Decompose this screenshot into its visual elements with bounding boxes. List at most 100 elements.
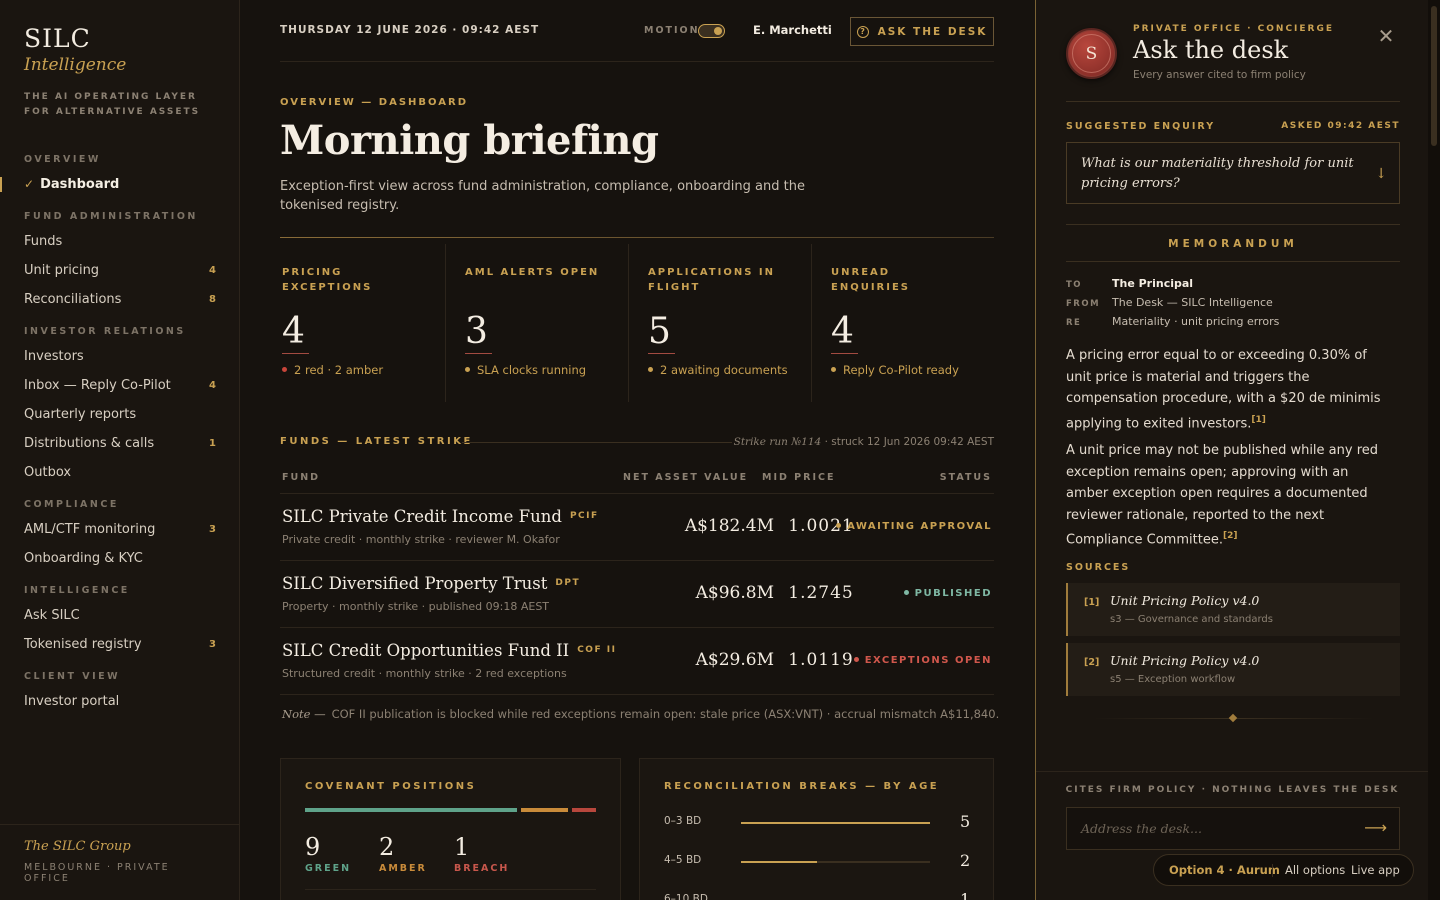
topbar: THURSDAY 12 JUNE 2026 · 09:42 AEST MOTIO… bbox=[280, 17, 994, 62]
sidebar-item-distributions-calls[interactable]: Distributions & calls 1 bbox=[0, 429, 240, 458]
status-dot bbox=[282, 367, 287, 372]
brand-subtitle: Intelligence bbox=[24, 55, 127, 75]
citation-1[interactable]: [1] bbox=[1251, 415, 1266, 425]
ask-the-desk-label: ASK THE DESK bbox=[877, 25, 988, 38]
fund-name: SILC Private Credit Income Fund PCIF bbox=[282, 507, 599, 526]
kpi-value: 5 bbox=[648, 311, 675, 354]
table-row[interactable]: SILC Private Credit Income Fund PCIF Priva… bbox=[280, 494, 994, 561]
covenant-segment-green bbox=[305, 808, 518, 812]
age-bucket-label: 0–3 BD bbox=[664, 815, 702, 827]
source-citation[interactable]: [1] Unit Pricing Policy v4.0 s3 — Governan… bbox=[1066, 583, 1400, 636]
kpi-card[interactable]: PRICING EXCEPTIONS 4 2 red · 2 amber bbox=[280, 244, 446, 402]
kpi-row: PRICING EXCEPTIONS 4 2 red · 2 amber AML AL… bbox=[280, 244, 994, 402]
source-citation[interactable]: [2] Unit Pricing Policy v4.0 s5 — Exceptio… bbox=[1066, 643, 1400, 696]
reconciliation-row[interactable]: 6–10 BD 1 bbox=[664, 890, 974, 900]
age-bucket-label: 4–5 BD bbox=[664, 854, 702, 866]
sidebar-item-onboarding-kyc[interactable]: Onboarding & KYC bbox=[0, 544, 240, 573]
sidebar-item-funds[interactable]: Funds bbox=[0, 227, 240, 256]
sidebar-item-investor-portal[interactable]: Investor portal bbox=[0, 687, 240, 716]
break-count: 5 bbox=[960, 812, 971, 831]
motion-toggle[interactable] bbox=[698, 24, 725, 38]
close-icon[interactable]: ✕ bbox=[1374, 24, 1398, 48]
sidebar-item-label: Inbox — Reply Co-Pilot bbox=[24, 378, 171, 393]
sidebar-item-tokenised-registry[interactable]: Tokenised registry 3 bbox=[0, 630, 240, 659]
live-app-link[interactable]: Live app bbox=[1351, 863, 1400, 877]
sidebar: SILC Intelligence THE AI OPERATING LAYER… bbox=[0, 0, 240, 900]
suggested-enquiry[interactable]: What is our materiality threshold for un… bbox=[1066, 142, 1400, 204]
user-name[interactable]: E. Marchetti bbox=[753, 23, 832, 37]
panel-subtitle: Every answer cited to firm policy bbox=[1133, 69, 1306, 81]
kpi-note-text: SLA clocks running bbox=[477, 363, 587, 377]
bar-track bbox=[741, 822, 930, 824]
sidebar-item-label: Outbox bbox=[24, 465, 72, 480]
sidebar-footer: The SILC Group MELBOURNE · PRIVATE OFFIC… bbox=[0, 824, 240, 900]
ask-the-desk-button[interactable]: ? ASK THE DESK bbox=[850, 17, 994, 46]
all-options-link[interactable]: All options bbox=[1285, 863, 1345, 877]
status-text: AWAITING APPROVAL bbox=[847, 521, 992, 532]
brand[interactable]: SILC Intelligence THE AI OPERATING LAYER… bbox=[24, 24, 204, 120]
nav-group-label: INVESTOR RELATIONS bbox=[24, 326, 186, 337]
citation-2[interactable]: [2] bbox=[1223, 531, 1238, 541]
sidebar-item-label: Dashboard bbox=[40, 177, 120, 192]
fund-subtitle: Structured credit · monthly strike · 2 r… bbox=[282, 667, 567, 680]
memo-from-value: The Desk — SILC Intelligence bbox=[1112, 296, 1273, 309]
kpi-card[interactable]: UNREAD ENQUIRIES 4 Reply Co-Pilot ready bbox=[812, 244, 994, 402]
note-label: Note — bbox=[282, 707, 326, 721]
kpi-note: Reply Co-Pilot ready bbox=[831, 363, 994, 377]
sidebar-item-unit-pricing[interactable]: Unit pricing 4 bbox=[0, 256, 240, 285]
sidebar-item-investors[interactable]: Investors bbox=[0, 342, 240, 371]
kpi-card[interactable]: AML ALERTS OPEN 3 SLA clocks running bbox=[446, 244, 629, 402]
covenant-positions-card[interactable]: COVENANT POSITIONS 9 GREEN 2 AMBER 1 BRE… bbox=[280, 758, 621, 900]
memo-to-label: TO bbox=[1066, 280, 1083, 290]
sidebar-item-label: Quarterly reports bbox=[24, 407, 137, 422]
status-dot bbox=[648, 367, 653, 372]
sidebar-item-outbox[interactable]: Outbox bbox=[0, 458, 240, 487]
scrollbar[interactable] bbox=[1428, 0, 1440, 900]
fund-name-text: SILC Private Credit Income Fund bbox=[282, 507, 562, 526]
status-dot bbox=[831, 367, 836, 372]
seal-letter: S bbox=[1085, 43, 1098, 64]
fund-name: SILC Credit Opportunities Fund II COF II bbox=[282, 641, 616, 660]
nav-group-label: COMPLIANCE bbox=[24, 499, 119, 510]
arrow-down-icon: ↓ bbox=[1375, 166, 1387, 182]
sidebar-item-ask-silc[interactable]: Ask SILC bbox=[0, 601, 240, 630]
kpi-note: SLA clocks running bbox=[465, 363, 628, 377]
scrollbar-thumb[interactable] bbox=[1431, 6, 1437, 146]
sidebar-item-reconciliations[interactable]: Reconciliations 8 bbox=[0, 285, 240, 314]
reconciliation-row[interactable]: 4–5 BD 2 bbox=[664, 851, 974, 870]
table-row[interactable]: SILC Credit Opportunities Fund II COF II S… bbox=[280, 628, 994, 695]
options-switcher: Option 4 · Aurum All options Live app bbox=[1153, 854, 1414, 886]
nav-group-label: OVERVIEW bbox=[24, 154, 101, 165]
fund-name: SILC Diversified Property Trust DPT bbox=[282, 574, 580, 593]
address-the-desk-input[interactable]: Address the desk... ⟶ bbox=[1066, 807, 1400, 850]
covenant-amber: 2 AMBER bbox=[379, 833, 427, 874]
kpi-label: UNREAD ENQUIRIES bbox=[831, 267, 910, 293]
reconciliation-row[interactable]: 0–3 BD 5 bbox=[664, 812, 974, 831]
nav-group-label: FUND ADMINISTRATION bbox=[24, 211, 198, 222]
funds-table-header: FUND NET ASSET VALUE MID PRICE STATUS bbox=[280, 470, 994, 494]
fund-code: PCIF bbox=[569, 511, 599, 521]
sidebar-item-quarterly-reports[interactable]: Quarterly reports bbox=[0, 400, 240, 429]
bar-fill bbox=[741, 822, 930, 824]
kpi-note: 2 awaiting documents bbox=[648, 363, 811, 377]
current-option[interactable]: Option 4 · Aurum bbox=[1169, 863, 1280, 877]
break-count: 1 bbox=[960, 890, 971, 900]
breach-count: 1 bbox=[454, 833, 470, 861]
nav-group-label: INTELLIGENCE bbox=[24, 585, 130, 596]
panel-title: Ask the desk bbox=[1133, 36, 1289, 64]
sidebar-item-inbox-reply-co-pilot[interactable]: Inbox — Reply Co-Pilot 4 bbox=[0, 371, 240, 400]
input-placeholder: Address the desk... bbox=[1081, 821, 1202, 836]
count-badge: 4 bbox=[209, 380, 216, 391]
send-arrow-icon[interactable]: ⟶ bbox=[1364, 818, 1387, 837]
status-dot bbox=[853, 656, 859, 662]
memo-to: TO The Principal bbox=[1066, 277, 1400, 296]
brand-name: SILC bbox=[24, 24, 91, 53]
reconciliation-breaks-card[interactable]: RECONCILIATION BREAKS — BY AGE 0–3 BD 5 4–… bbox=[639, 758, 994, 900]
kpi-card[interactable]: APPLICATIONS IN FLIGHT 5 2 awaiting docume… bbox=[629, 244, 812, 402]
kpi-label: AML ALERTS OPEN bbox=[465, 267, 600, 278]
col-mid-price: MID PRICE bbox=[762, 472, 836, 483]
table-row[interactable]: SILC Diversified Property Trust DPT Proper… bbox=[280, 561, 994, 628]
sidebar-item-dashboard[interactable]: ✓ Dashboard bbox=[0, 170, 240, 199]
sidebar-item-aml-ctf-monitoring[interactable]: AML/CTF monitoring 3 bbox=[0, 515, 240, 544]
source-title: Unit Pricing Policy v4.0 bbox=[1110, 593, 1260, 608]
